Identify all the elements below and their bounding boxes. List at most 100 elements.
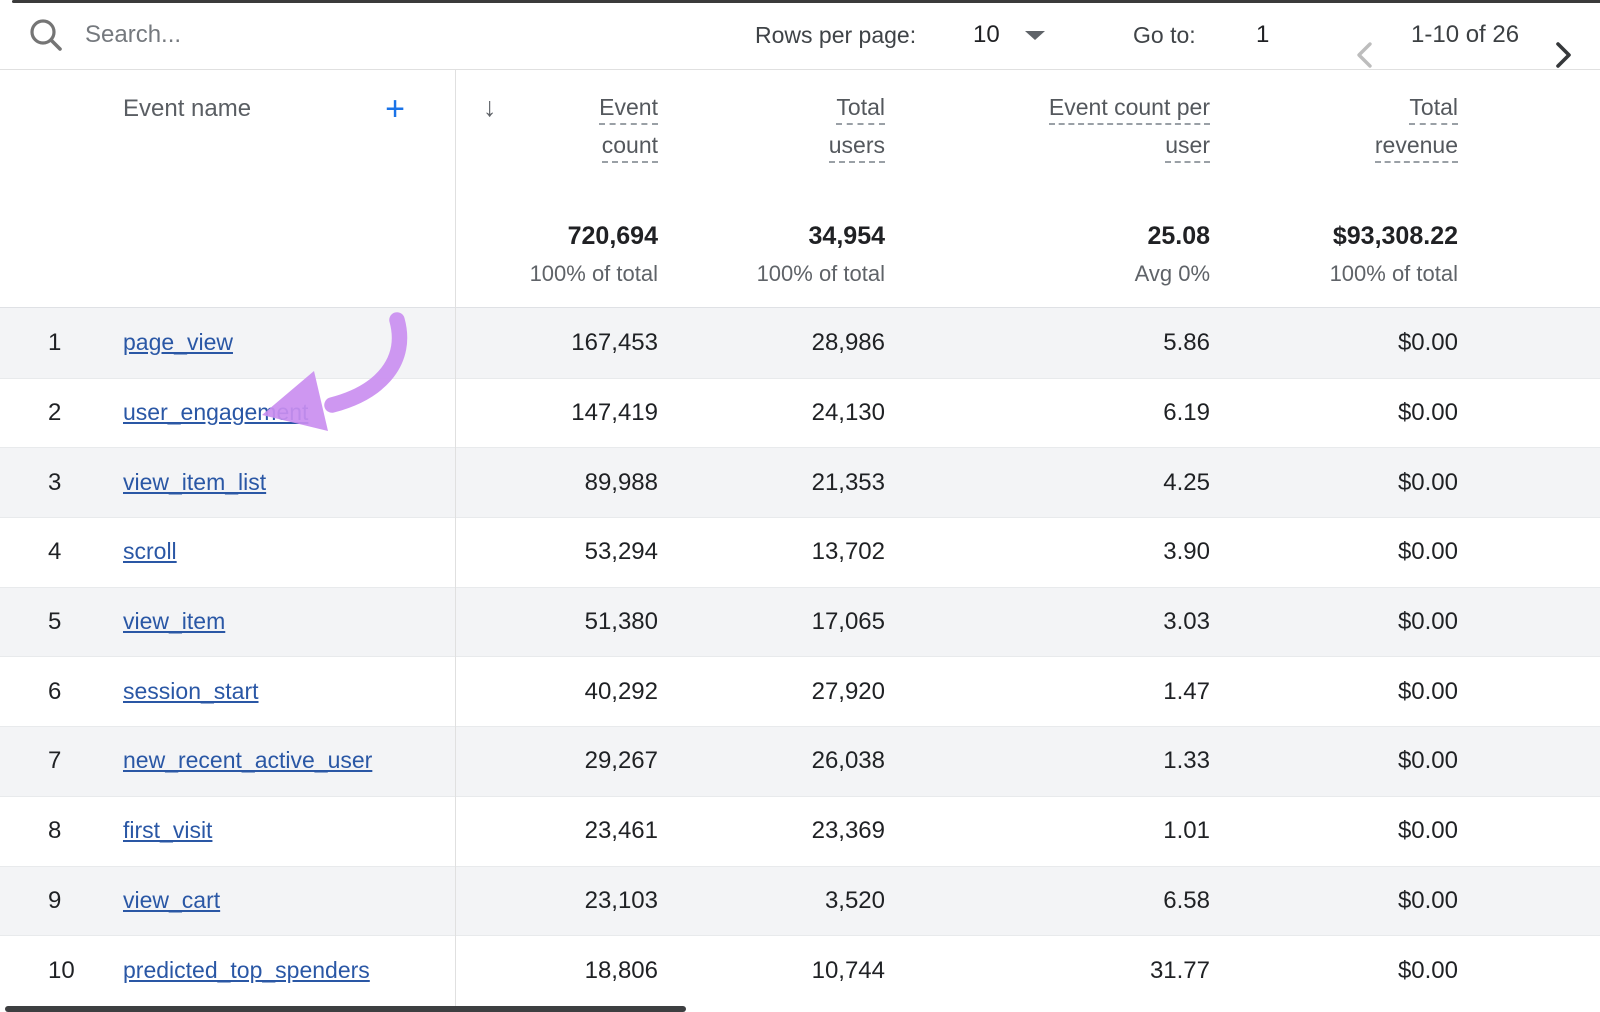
table-row: 4 scroll 53,294 13,702 3.90 $0.00 bbox=[0, 517, 1600, 587]
event-name-link[interactable]: user_engagement bbox=[123, 399, 308, 425]
event-name-link[interactable]: view_item_list bbox=[123, 469, 266, 495]
total-users-cell: 10,744 bbox=[682, 957, 909, 985]
row-index: 9 bbox=[0, 887, 110, 915]
header-line: Total bbox=[836, 94, 885, 125]
count-per-user-total: 25.08 bbox=[1147, 221, 1210, 251]
count-per-user-cell: 1.47 bbox=[909, 678, 1234, 706]
total-users-column-header[interactable]: Total users bbox=[682, 94, 909, 170]
totals-row: 720,694 100% of total 34,954 100% of tot… bbox=[0, 221, 1600, 287]
total-users-cell: 23,369 bbox=[682, 817, 909, 845]
total-users-cell: 13,702 bbox=[682, 538, 909, 566]
row-index: 2 bbox=[0, 399, 110, 427]
revenue-cell: $0.00 bbox=[1234, 678, 1482, 706]
total-users-cell: 21,353 bbox=[682, 469, 909, 497]
event-name-link[interactable]: new_recent_active_user bbox=[123, 747, 372, 773]
pagination-range-label: 1-10 of 26 bbox=[1411, 0, 1519, 70]
event-count-cell: 23,461 bbox=[455, 817, 682, 845]
count-per-user-cell: 3.03 bbox=[909, 608, 1234, 636]
event-count-per-user-column-header[interactable]: Event count per user bbox=[909, 94, 1234, 170]
chevron-down-icon[interactable] bbox=[1025, 31, 1045, 40]
revenue-cell: $0.00 bbox=[1234, 608, 1482, 636]
event-name-link[interactable]: page_view bbox=[123, 329, 233, 355]
table-row: 3 view_item_list 89,988 21,353 4.25 $0.0… bbox=[0, 447, 1600, 517]
count-per-user-cell: 1.01 bbox=[909, 817, 1234, 845]
total-users-cell: 27,920 bbox=[682, 678, 909, 706]
count-per-user-cell: 4.25 bbox=[909, 469, 1234, 497]
revenue-cell: $0.00 bbox=[1234, 747, 1482, 775]
total-users-total-sub: 100% of total bbox=[757, 261, 885, 287]
header-line: Total bbox=[1409, 94, 1458, 125]
event-count-cell: 40,292 bbox=[455, 678, 682, 706]
table-row: 5 view_item 51,380 17,065 3.03 $0.00 bbox=[0, 587, 1600, 657]
count-per-user-cell: 5.86 bbox=[909, 329, 1234, 357]
add-dimension-button[interactable]: + bbox=[385, 94, 405, 124]
rows-per-page-select[interactable]: 10 bbox=[973, 0, 1000, 70]
go-to-page-input[interactable]: 1 bbox=[1256, 0, 1269, 70]
event-name-link[interactable]: session_start bbox=[123, 678, 259, 704]
total-users-cell: 26,038 bbox=[682, 747, 909, 775]
event-name-link[interactable]: view_item bbox=[123, 608, 225, 634]
row-index: 10 bbox=[0, 957, 110, 985]
table-row: 10 predicted_top_spenders 18,806 10,744 … bbox=[0, 935, 1600, 1005]
revenue-cell: $0.00 bbox=[1234, 887, 1482, 915]
count-per-user-cell: 6.19 bbox=[909, 399, 1234, 427]
header-row: Event name + ↓ Event count Total users E… bbox=[0, 94, 1600, 170]
revenue-total-sub: 100% of total bbox=[1330, 261, 1458, 287]
events-table: Event name + ↓ Event count Total users E… bbox=[0, 70, 1600, 1012]
table-row: 6 session_start 40,292 27,920 1.47 $0.00 bbox=[0, 656, 1600, 726]
event-count-cell: 147,419 bbox=[455, 399, 682, 427]
row-index: 8 bbox=[0, 817, 110, 845]
header-line: user bbox=[1165, 132, 1210, 163]
column-divider bbox=[455, 70, 456, 1012]
event-count-cell: 23,103 bbox=[455, 887, 682, 915]
header-line: Event bbox=[599, 94, 658, 125]
event-name-column-header[interactable]: Event name bbox=[123, 94, 251, 124]
table-row: 9 view_cart 23,103 3,520 6.58 $0.00 bbox=[0, 866, 1600, 936]
count-per-user-total-sub: Avg 0% bbox=[1135, 261, 1210, 287]
table-body: 1 page_view 167,453 28,986 5.86 $0.00 2 … bbox=[0, 308, 1600, 1005]
event-count-cell: 89,988 bbox=[455, 469, 682, 497]
event-count-cell: 53,294 bbox=[455, 538, 682, 566]
row-index: 5 bbox=[0, 608, 110, 636]
screenshot-top-edge bbox=[12, 0, 1600, 3]
total-users-cell: 3,520 bbox=[682, 887, 909, 915]
header-line: count bbox=[602, 132, 658, 163]
revenue-total: $93,308.22 bbox=[1333, 221, 1458, 251]
table-row: 2 user_engagement 147,419 24,130 6.19 $0… bbox=[0, 378, 1600, 448]
revenue-cell: $0.00 bbox=[1234, 817, 1482, 845]
search-icon bbox=[27, 0, 65, 70]
header-line: users bbox=[829, 132, 885, 163]
sort-descending-icon[interactable]: ↓ bbox=[483, 92, 497, 123]
event-count-cell: 29,267 bbox=[455, 747, 682, 775]
revenue-cell: $0.00 bbox=[1234, 469, 1482, 497]
event-name-link[interactable]: view_cart bbox=[123, 887, 220, 913]
table-row: 8 first_visit 23,461 23,369 1.01 $0.00 bbox=[0, 796, 1600, 866]
count-per-user-cell: 31.77 bbox=[909, 957, 1234, 985]
screenshot-bottom-edge bbox=[5, 1006, 686, 1012]
total-revenue-column-header[interactable]: Total revenue bbox=[1234, 94, 1482, 170]
total-users-cell: 17,065 bbox=[682, 608, 909, 636]
row-index: 4 bbox=[0, 538, 110, 566]
table-header: Event name + ↓ Event count Total users E… bbox=[0, 70, 1600, 308]
total-users-total: 34,954 bbox=[809, 221, 885, 251]
event-count-column-header[interactable]: ↓ Event count bbox=[455, 94, 682, 170]
total-users-cell: 28,986 bbox=[682, 329, 909, 357]
event-count-total-sub: 100% of total bbox=[530, 261, 658, 287]
event-name-link[interactable]: first_visit bbox=[123, 817, 212, 843]
row-index: 3 bbox=[0, 469, 110, 497]
total-users-cell: 24,130 bbox=[682, 399, 909, 427]
row-index: 7 bbox=[0, 747, 110, 775]
revenue-cell: $0.00 bbox=[1234, 399, 1482, 427]
event-count-cell: 167,453 bbox=[455, 329, 682, 357]
search-input[interactable] bbox=[85, 0, 505, 70]
count-per-user-cell: 3.90 bbox=[909, 538, 1234, 566]
table-toolbar: Rows per page: 10 Go to: 1 1-10 of 26 bbox=[0, 0, 1600, 70]
table-row: 1 page_view 167,453 28,986 5.86 $0.00 bbox=[0, 308, 1600, 378]
event-name-link[interactable]: predicted_top_spenders bbox=[123, 957, 370, 983]
event-count-total: 720,694 bbox=[568, 221, 658, 251]
row-index: 6 bbox=[0, 678, 110, 706]
revenue-cell: $0.00 bbox=[1234, 538, 1482, 566]
event-name-link[interactable]: scroll bbox=[123, 538, 177, 564]
revenue-cell: $0.00 bbox=[1234, 329, 1482, 357]
table-row: 7 new_recent_active_user 29,267 26,038 1… bbox=[0, 726, 1600, 796]
